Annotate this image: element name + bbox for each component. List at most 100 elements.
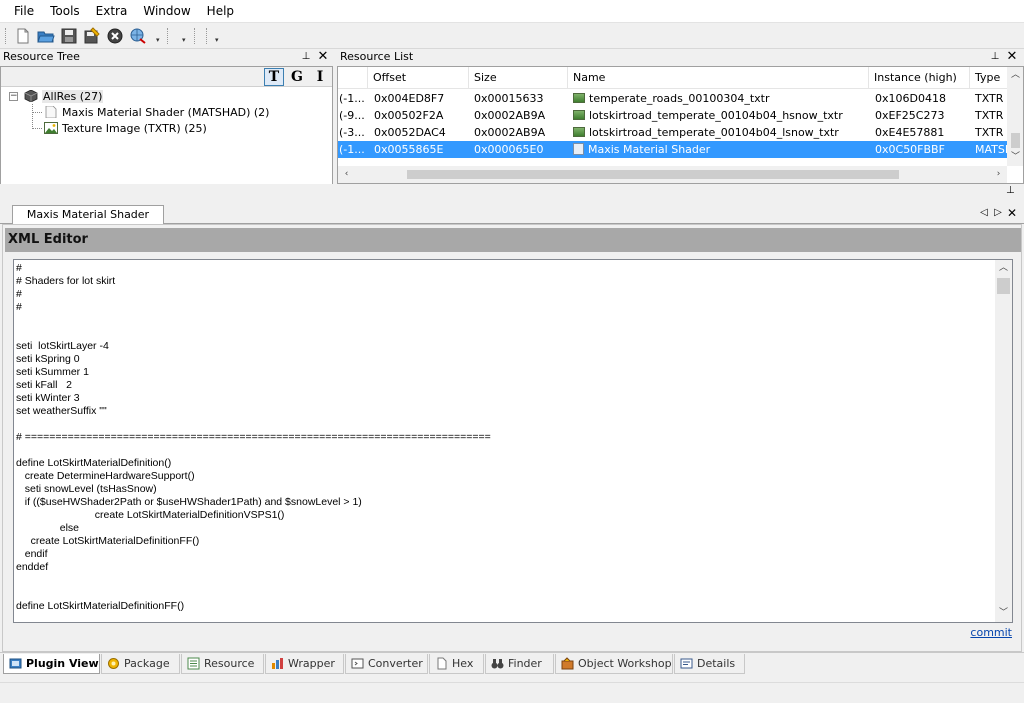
tab-converter[interactable]: Converter	[345, 654, 428, 674]
close-icon[interactable]: ✕	[317, 49, 329, 65]
tab-object-workshop[interactable]: Object Workshop	[555, 654, 673, 674]
cell-offset: 0x0055865E	[374, 143, 444, 156]
resource-list-horizontal-scrollbar[interactable]: ‹ ›	[338, 166, 1007, 183]
table-row[interactable]: (-9... 0x00502F2A 0x0002AB9A lotskirtroa…	[338, 107, 1008, 124]
tree-item-label: Maxis Material Shader (MATSHAD) (2)	[62, 106, 270, 119]
table-row[interactable]: (-3... 0x0052DAC4 0x0002AB9A lotskirtroa…	[338, 124, 1008, 141]
open-folder-icon[interactable]	[37, 27, 55, 45]
pin-icon[interactable]: ⊥	[989, 49, 1001, 65]
scroll-thumb[interactable]	[997, 278, 1010, 294]
tab-label: Wrapper	[288, 657, 335, 670]
cell-size: 0x0002AB9A	[474, 109, 546, 122]
tree-view-type-button[interactable]: T	[264, 68, 284, 86]
menu-bar: File Tools Extra Window Help	[0, 0, 1024, 22]
tab-scroll-right-icon[interactable]: ▷	[992, 206, 1004, 220]
column-header-tag[interactable]	[338, 67, 368, 89]
menu-file[interactable]: File	[0, 0, 42, 22]
toolbar-grip	[206, 28, 208, 44]
pane-splitter[interactable]: ⊥	[0, 184, 1024, 202]
scroll-left-icon[interactable]: ‹	[338, 166, 355, 183]
plugin-view-pane: XML Editor # # Shaders for lot skirt # #…	[2, 224, 1022, 652]
editor-vertical-scrollbar[interactable]: ︿ ﹀	[995, 260, 1012, 622]
menu-extra[interactable]: Extra	[88, 0, 136, 22]
column-header-name[interactable]: Name	[568, 67, 869, 89]
pin-icon[interactable]: ⊥	[1006, 185, 1015, 196]
tab-wrapper[interactable]: Wrapper	[265, 654, 344, 674]
tree-item-label: Texture Image (TXTR) (25)	[62, 122, 207, 135]
document-tab[interactable]: Maxis Material Shader	[12, 205, 164, 225]
menu-help[interactable]: Help	[199, 0, 242, 22]
tab-resource[interactable]: Resource	[181, 654, 264, 674]
tree-view-group-button[interactable]: G	[287, 68, 307, 86]
tab-label: Object Workshop	[578, 657, 672, 670]
hex-icon	[435, 657, 448, 670]
resource-tree-panel: T G I − AllRes (27) Maxis Material Shade…	[0, 66, 333, 196]
editor-title: XML Editor	[5, 228, 1021, 252]
search-globe-icon[interactable]	[129, 27, 147, 45]
tree-view-instance-button[interactable]: I	[310, 68, 330, 86]
tab-label: Details	[697, 657, 736, 670]
resource-list-column-headers: Offset Size Name Instance (high) Type	[338, 67, 1010, 89]
xml-editor-content[interactable]: # # Shaders for lot skirt # # seti lotSk…	[16, 262, 994, 613]
toolbar-grip	[5, 28, 7, 44]
pin-icon[interactable]: ⊥	[300, 49, 312, 65]
toolbar-overflow-chevron-icon[interactable]: ▾	[215, 36, 222, 45]
column-header-offset[interactable]: Offset	[368, 67, 469, 89]
close-icon[interactable]: ✕	[1006, 49, 1018, 65]
menu-tools[interactable]: Tools	[42, 0, 88, 22]
resource-tree-title: Resource Tree	[3, 50, 80, 63]
package-cube-icon	[24, 89, 38, 103]
menu-window[interactable]: Window	[135, 0, 198, 22]
tree-item-matshad[interactable]: Maxis Material Shader (MATSHAD) (2)	[44, 105, 269, 121]
save-as-icon[interactable]	[83, 27, 101, 45]
cell-instance: 0x0C50FBBF	[875, 143, 945, 156]
converter-icon	[351, 657, 364, 670]
toolbar-grip	[194, 28, 196, 44]
table-row-selected[interactable]: (-1... 0x0055865E 0x000065E0 Maxis Mater…	[338, 141, 1008, 158]
tab-hex[interactable]: Hex	[429, 654, 484, 674]
tab-details[interactable]: Details	[674, 654, 745, 674]
cell-type: TXTR	[975, 109, 1004, 122]
scroll-thumb[interactable]	[1011, 133, 1020, 148]
scroll-thumb[interactable]	[407, 170, 899, 179]
close-circle-icon[interactable]	[106, 27, 124, 45]
column-header-type[interactable]: Type	[970, 67, 1010, 89]
scroll-up-icon[interactable]: ︿	[995, 260, 1012, 277]
toolbar-overflow-chevron-icon[interactable]: ▾	[182, 36, 189, 45]
resource-list-vertical-scrollbar[interactable]: ︿ ﹀	[1007, 67, 1023, 166]
resource-list-panel: Offset Size Name Instance (high) Type (-…	[337, 66, 1024, 184]
cell-tag: (-3...	[339, 126, 365, 139]
scroll-up-icon[interactable]: ︿	[1007, 67, 1023, 84]
commit-link[interactable]: commit	[970, 626, 1012, 639]
tree-item-txtr[interactable]: Texture Image (TXTR) (25)	[44, 121, 207, 137]
cell-instance: 0x106D0418	[875, 92, 946, 105]
scroll-down-icon[interactable]: ﹀	[1007, 149, 1023, 166]
scroll-down-icon[interactable]: ﹀	[995, 605, 1012, 622]
column-header-instance[interactable]: Instance (high)	[869, 67, 970, 89]
status-bar	[0, 682, 1024, 703]
column-header-size[interactable]: Size	[469, 67, 568, 89]
image-icon	[573, 110, 585, 120]
tab-plugin-view[interactable]: Plugin View	[3, 654, 100, 674]
tree-item-allres[interactable]: AllRes (27)	[24, 89, 104, 105]
document-tab-strip: Maxis Material Shader ◁ ▷ ✕	[0, 202, 1024, 225]
tab-label: Converter	[368, 657, 423, 670]
new-file-icon[interactable]	[14, 27, 32, 45]
cell-tag: (-1...	[339, 92, 365, 105]
save-icon[interactable]	[60, 27, 78, 45]
cell-offset: 0x0052DAC4	[374, 126, 446, 139]
tab-finder[interactable]: Finder	[485, 654, 554, 674]
table-row[interactable]: (-1... 0x004ED8F7 0x00015633 temperate_r…	[338, 90, 1008, 107]
scroll-right-icon[interactable]: ›	[990, 166, 1007, 183]
xml-editor-textarea[interactable]: # # Shaders for lot skirt # # seti lotSk…	[13, 259, 1013, 623]
close-icon[interactable]: ✕	[1006, 206, 1018, 220]
tree-collapse-toggle[interactable]: −	[9, 92, 18, 101]
tab-package[interactable]: Package	[101, 654, 180, 674]
toolbar: ▾ ▾ ▾	[0, 22, 1024, 49]
tab-scroll-left-icon[interactable]: ◁	[978, 206, 990, 220]
cell-tag: (-1...	[339, 143, 365, 156]
resource-tree-header: Resource Tree ⊥ ✕	[0, 49, 333, 65]
document-icon	[573, 143, 584, 155]
binoculars-icon	[491, 657, 504, 670]
toolbar-overflow-chevron-icon[interactable]: ▾	[156, 36, 163, 45]
